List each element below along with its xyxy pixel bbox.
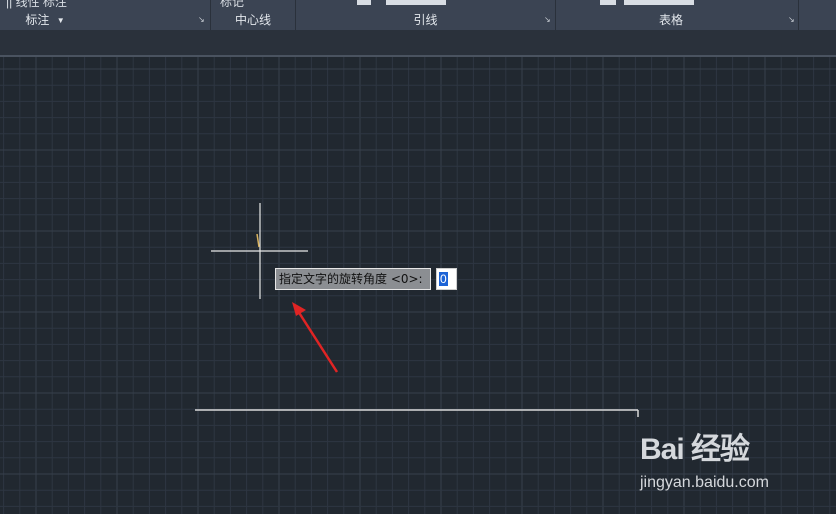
- watermark: Bai 经验 jingyan.baidu.com: [640, 424, 800, 494]
- annotation-arrow-shaft: [296, 310, 339, 373]
- ribbon: || 线性 标注 标记 标注 ▼ ↘ 中心线 引线 ↘ 表格 ↘: [0, 0, 836, 31]
- leader-tool-label-clipped[interactable]: [386, 0, 446, 5]
- dynamic-input-prompt: 指定文字的旋转角度 <0>:: [275, 268, 431, 290]
- caret-down-icon: ▼: [56, 16, 65, 25]
- panel-launcher-dimension-icon[interactable]: ↘: [198, 16, 206, 24]
- annotation-arrow-head: [292, 302, 306, 316]
- panel-launcher-leader-icon[interactable]: ↘: [544, 16, 552, 24]
- panel-title-leader[interactable]: 引线: [296, 12, 555, 28]
- table-tool-label-clipped[interactable]: [624, 0, 694, 5]
- panel-title-dimension-label: 标注: [25, 13, 50, 27]
- table-tool-icon[interactable]: [600, 0, 616, 5]
- watermark-url: jingyan.baidu.com: [640, 474, 769, 491]
- rotation-angle-value[interactable]: 0: [439, 272, 448, 286]
- leader-tool-icon[interactable]: [357, 0, 371, 5]
- ribbon-clipped-row-center: 标记: [220, 0, 245, 9]
- rotation-angle-input[interactable]: 0: [436, 268, 457, 290]
- watermark-brand: Bai 经验: [640, 433, 750, 466]
- file-tab-bar: [0, 31, 836, 55]
- ribbon-clipped-row-left: || 线性 标注: [6, 0, 67, 9]
- panel-title-table[interactable]: 表格: [556, 12, 786, 28]
- panel-title-centerline[interactable]: 中心线: [211, 12, 295, 28]
- text-insertion-cursor: [256, 233, 260, 248]
- panel-launcher-table-icon[interactable]: ↘: [788, 16, 796, 24]
- panel-title-dimension[interactable]: 标注 ▼: [10, 12, 80, 28]
- panel-separator: [798, 0, 799, 30]
